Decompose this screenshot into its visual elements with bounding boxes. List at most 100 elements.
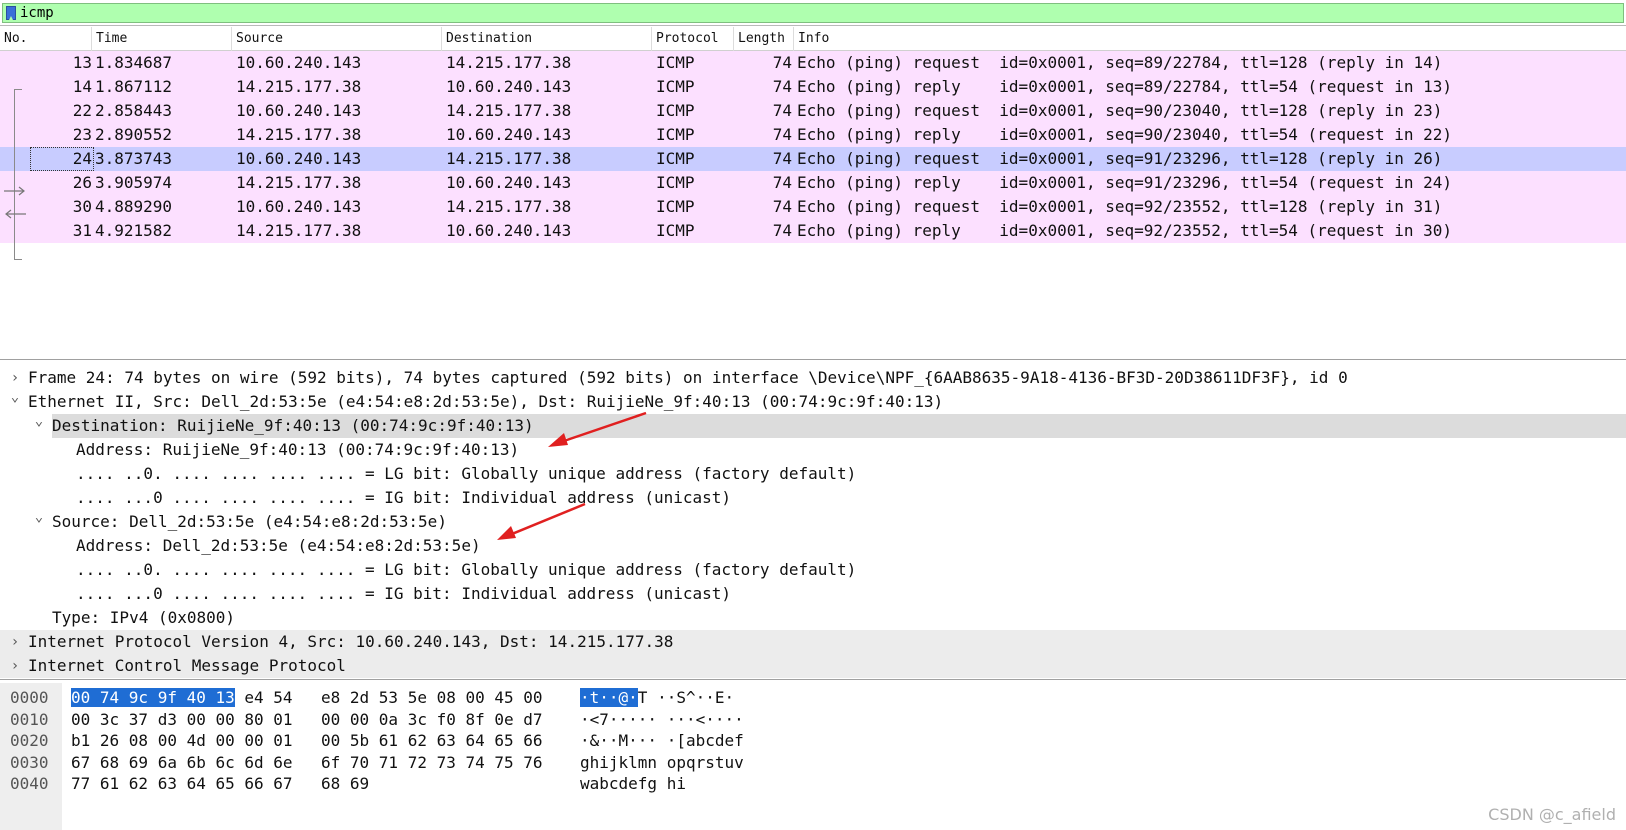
- annotation-arrow-icon: [497, 502, 586, 540]
- packet-info: Echo (ping) request id=0x0001, seq=89/22…: [797, 53, 1443, 72]
- packet-time: 4.889290: [95, 197, 173, 216]
- packet-row[interactable]: 24 3.873743 10.60.240.143 14.215.177.38 ICMP…: [0, 147, 1626, 171]
- packet-destination: 14.215.177.38: [446, 149, 572, 168]
- hex-bytes: 77 61 62 63 64 65 66 67: [71, 774, 293, 793]
- hex-bytes-second-half: 00 5b 61 62 63 64 65 66: [321, 731, 543, 750]
- chevron-down-icon[interactable]: ⌄: [8, 385, 22, 409]
- packet-protocol: ICMP: [656, 53, 695, 72]
- detail-tree-item[interactable]: › Frame 24: 74 bytes on wire (592 bits), …: [0, 366, 1626, 390]
- detail-text: Address: RuijieNe_9f:40:13 (00:74:9c:9f:…: [76, 440, 520, 459]
- conversation-bracket-start: [14, 89, 22, 90]
- chevron-right-icon[interactable]: ›: [8, 630, 22, 654]
- packet-destination: 10.60.240.143: [446, 173, 572, 192]
- bookmark-icon[interactable]: [6, 6, 16, 20]
- column-header-protocol[interactable]: Protocol: [652, 27, 734, 51]
- packet-no: 14: [72, 77, 92, 96]
- detail-tree-item[interactable]: .... ...0 .... .... .... .... = IG bit: …: [0, 486, 1626, 510]
- hex-row[interactable]: 0010 00 3c 37 d3 00 00 80 01 00 00 0a 3c f…: [0, 709, 1626, 731]
- packet-rows: 13 1.834687 10.60.240.143 14.215.177.38 ICMP…: [0, 51, 1626, 243]
- packet-destination: 14.215.177.38: [446, 197, 572, 216]
- hex-row[interactable]: 0020 b1 26 08 00 4d 00 00 01 00 5b 61 62 6…: [0, 730, 1626, 752]
- detail-tree-item[interactable]: ⌄ Ethernet II, Src: Dell_2d:53:5e (e4:54:…: [0, 389, 1626, 414]
- column-header-length[interactable]: Length: [734, 27, 794, 51]
- detail-tree-item[interactable]: .... ..0. .... .... .... .... = LG bit: …: [0, 558, 1626, 582]
- detail-text: .... ..0. .... .... .... .... = LG bit: …: [76, 464, 857, 483]
- hex-offset: 0020: [10, 731, 49, 750]
- detail-tree-item[interactable]: .... ...0 .... .... .... .... = IG bit: …: [0, 582, 1626, 606]
- hex-row[interactable]: 0000 00 74 9c 9f 40 13 e4 54 e8 2d 53 5e 0…: [0, 687, 1626, 709]
- packet-no: 22: [72, 101, 92, 120]
- packet-row[interactable]: 22 2.858443 10.60.240.143 14.215.177.38 ICMP…: [0, 99, 1626, 123]
- column-header-source[interactable]: Source: [232, 27, 442, 51]
- chevron-down-icon[interactable]: ⌄: [32, 505, 46, 529]
- detail-text: Ethernet II, Src: Dell_2d:53:5e (e4:54:e…: [28, 392, 944, 411]
- hex-row[interactable]: 0030 67 68 69 6a 6b 6c 6d 6e 6f 70 71 72 7…: [0, 752, 1626, 774]
- conversation-bracket-end: [14, 259, 22, 260]
- hex-bytes-first-half: b1 26 08 00 4d 00 00 01: [71, 730, 293, 752]
- packet-time: 4.921582: [95, 221, 173, 240]
- packet-row[interactable]: 31 4.921582 14.215.177.38 10.60.240.143 ICMP…: [0, 219, 1626, 243]
- packet-row[interactable]: 13 1.834687 10.60.240.143 14.215.177.38 ICMP…: [0, 51, 1626, 75]
- hex-offset: 0000: [10, 688, 49, 707]
- packet-row[interactable]: 30 4.889290 10.60.240.143 14.215.177.38 ICMP…: [0, 195, 1626, 219]
- packet-source: 10.60.240.143: [236, 53, 362, 72]
- detail-tree-item[interactable]: › Internet Protocol Version 4, Src: 10.60…: [0, 630, 1626, 654]
- packet-length: 74: [772, 53, 792, 72]
- packet-length: 74: [772, 173, 792, 192]
- column-header-info[interactable]: Info: [794, 27, 1626, 51]
- ascii-text: T ··S^··E·: [637, 688, 735, 707]
- chevron-down-icon[interactable]: ⌄: [32, 409, 46, 433]
- packet-source: 10.60.240.143: [236, 101, 362, 120]
- detail-tree-item[interactable]: › Internet Control Message Protocol: [0, 654, 1626, 678]
- request-arrow-icon: [4, 186, 25, 196]
- column-header-time[interactable]: Time: [92, 27, 232, 51]
- hex-ascii: wabcdefg hi: [580, 773, 686, 795]
- detail-tree-item[interactable]: ⌄ Source: Dell_2d:53:5e (e4:54:e8:2d:53:5…: [0, 509, 1626, 534]
- watermark: CSDN @c_afield: [1488, 805, 1616, 824]
- reply-arrow-icon: [5, 209, 26, 219]
- packet-protocol: ICMP: [656, 149, 695, 168]
- ascii-text: ·<7····· ···<····: [580, 709, 744, 729]
- ascii-text: ghijklmn opqrstuv: [580, 752, 744, 772]
- packet-source: 14.215.177.38: [236, 221, 362, 240]
- packet-source: 14.215.177.38: [236, 173, 362, 192]
- packet-info: Echo (ping) reply id=0x0001, seq=92/2355…: [797, 221, 1453, 240]
- hex-bytes: b1 26 08 00 4d 00 00 01: [71, 731, 293, 750]
- packet-row[interactable]: 23 2.890552 14.215.177.38 10.60.240.143 ICMP…: [0, 123, 1626, 147]
- column-header-no[interactable]: No.: [0, 27, 92, 51]
- packet-list-pane[interactable]: No. Time Source Destination Protocol Len…: [0, 27, 1626, 360]
- hex-bytes: 67 68 69 6a 6b 6c 6d 6e: [71, 752, 293, 772]
- detail-tree-item[interactable]: ⌄ Destination: RuijieNe_9f:40:13 (00:74:9…: [0, 413, 1626, 438]
- packet-no: 31: [72, 221, 92, 240]
- packet-protocol: ICMP: [656, 101, 695, 120]
- packet-destination: 10.60.240.143: [446, 125, 572, 144]
- packet-time: 1.867112: [95, 77, 173, 96]
- detail-tree-item[interactable]: .... ..0. .... .... .... .... = LG bit: …: [0, 462, 1626, 486]
- packet-destination: 14.215.177.38: [446, 101, 572, 120]
- packet-info: Echo (ping) request id=0x0001, seq=91/23…: [797, 149, 1443, 168]
- display-filter-input[interactable]: icmp: [2, 3, 1624, 23]
- hex-ascii: ·&··M··· ·[abcdef: [580, 730, 744, 752]
- detail-tree-item[interactable]: Address: RuijieNe_9f:40:13 (00:74:9c:9f:…: [0, 438, 1626, 462]
- packet-source: 10.60.240.143: [236, 197, 362, 216]
- hex-row[interactable]: 0040 77 61 62 63 64 65 66 67 68 69 wabcdefg…: [0, 773, 1626, 795]
- packet-source: 14.215.177.38: [236, 77, 362, 96]
- hex-ascii: ·<7····· ···<····: [580, 709, 744, 731]
- chevron-right-icon[interactable]: ›: [8, 654, 22, 678]
- detail-tree-item[interactable]: Type: IPv4 (0x0800): [0, 606, 1626, 630]
- packet-bytes-pane[interactable]: 0000 00 74 9c 9f 40 13 e4 54 e8 2d 53 5e 0…: [0, 683, 1626, 830]
- hex-bytes-second-half: 68 69: [321, 774, 370, 793]
- focus-outline: [30, 147, 94, 171]
- packet-row[interactable]: 26 3.905974 14.215.177.38 10.60.240.143 ICMP…: [0, 171, 1626, 195]
- packet-no: 30: [72, 197, 92, 216]
- hex-offset: 0010: [10, 709, 49, 729]
- packet-protocol: ICMP: [656, 197, 695, 216]
- packet-row[interactable]: 14 1.867112 14.215.177.38 10.60.240.143 ICMP…: [0, 75, 1626, 99]
- packet-protocol: ICMP: [656, 221, 695, 240]
- packet-details-pane[interactable]: › Frame 24: 74 bytes on wire (592 bits), …: [0, 366, 1626, 680]
- packet-length: 74: [772, 221, 792, 240]
- detail-tree-item[interactable]: Address: Dell_2d:53:5e (e4:54:e8:2d:53:5…: [0, 534, 1626, 558]
- column-header-destination[interactable]: Destination: [442, 27, 652, 51]
- packet-protocol: ICMP: [656, 125, 695, 144]
- packet-protocol: ICMP: [656, 173, 695, 192]
